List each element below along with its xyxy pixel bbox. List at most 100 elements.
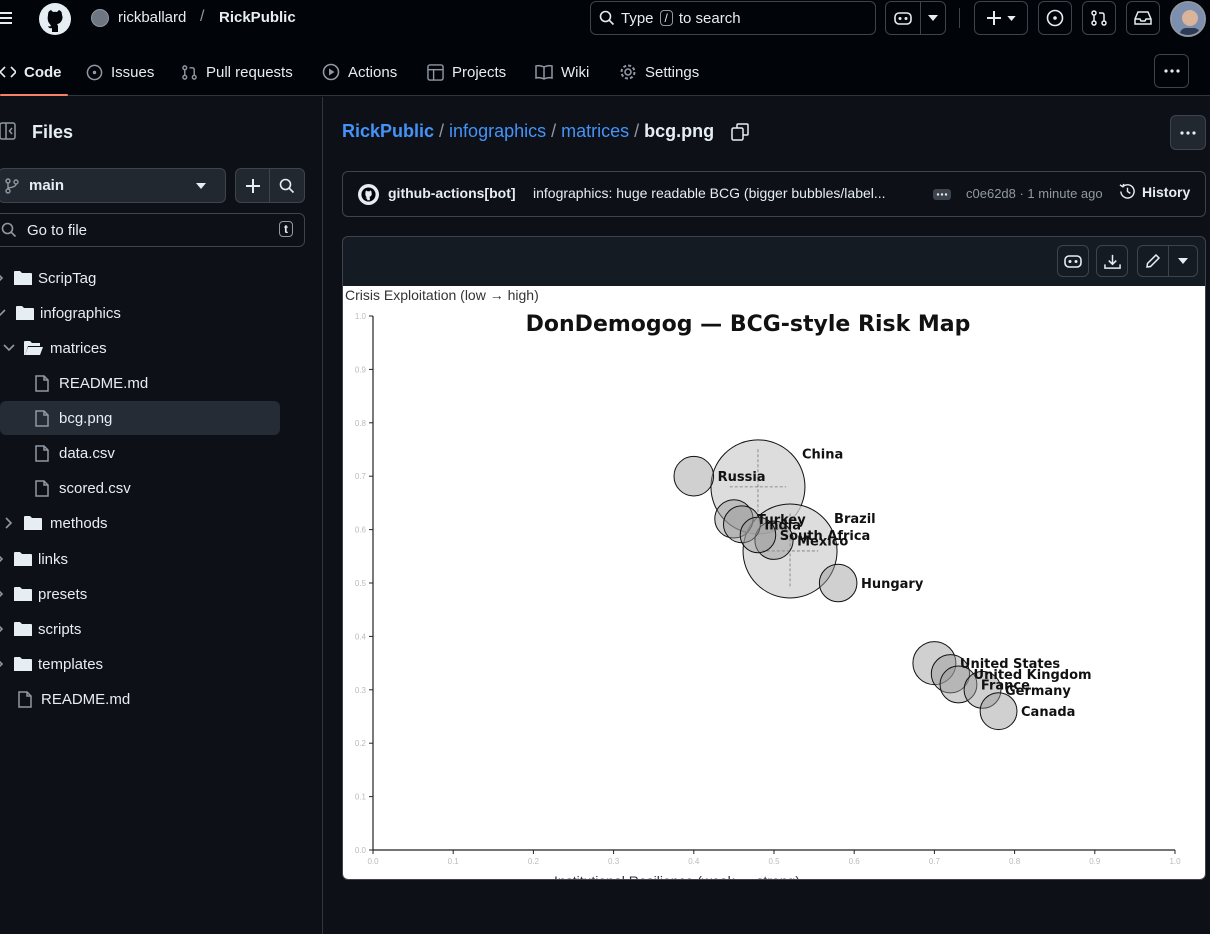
edit-button[interactable] (1137, 245, 1169, 277)
tree-item-label: data.csv (59, 444, 115, 462)
branch-selector[interactable]: main (0, 168, 226, 203)
copilot-button[interactable] (885, 1, 921, 35)
file-view: RickPublic / infographics / matrices / b… (324, 97, 1210, 934)
tab-issues[interactable]: Issues (86, 50, 154, 94)
history-label: History (1142, 183, 1191, 200)
search-files-button[interactable] (269, 168, 305, 203)
tree-item-data-csv[interactable]: data.csv (0, 436, 280, 470)
user-avatar[interactable] (1170, 1, 1206, 37)
owner-avatar (91, 9, 109, 27)
tree-item-label: bcg.png (59, 409, 113, 427)
breadcrumb-separator: / (551, 121, 557, 141)
plus-icon (245, 178, 260, 193)
ellipsis-icon (936, 193, 948, 196)
commit-expand-button[interactable] (933, 189, 951, 200)
github-logo-icon (361, 187, 376, 202)
chart-y-tick-label: 1.0 (355, 312, 367, 321)
search-placeholder-suffix: to search (678, 9, 741, 27)
tab-actions[interactable]: Actions (322, 50, 397, 94)
copilot-menu-button[interactable] (920, 1, 946, 35)
chart-point (673, 455, 715, 497)
breadcrumb: RickPublic / infographics / matrices / b… (342, 121, 749, 142)
commit-meta[interactable]: c0e62d8 · 1 minute ago (966, 186, 1103, 201)
tab-code[interactable]: Code (0, 50, 68, 96)
file-more-button[interactable] (1170, 115, 1206, 150)
copilot-ask-button[interactable] (1057, 245, 1089, 277)
tree-item-readme-md[interactable]: README.md (0, 366, 280, 400)
plus-icon (986, 11, 1001, 25)
git-branch-icon (5, 177, 19, 194)
tree-item-root-readme-md[interactable]: README.md (0, 682, 300, 716)
repo-more-button[interactable] (1154, 54, 1189, 88)
tree-item-infographics[interactable]: infographics (0, 296, 300, 330)
tab-wiki[interactable]: Wiki (535, 50, 589, 94)
collapse-sidebar-icon[interactable] (0, 122, 16, 140)
chart-x-tick-label: 0.4 (688, 857, 700, 866)
menu-icon[interactable] (0, 10, 14, 26)
file-icon (18, 690, 32, 708)
commit-message[interactable]: infographics: huge readable BCG (bigger … (533, 185, 925, 201)
chart-point-label: Russia (718, 470, 766, 485)
search-icon (1, 222, 17, 238)
tree-item-matrices[interactable]: matrices (0, 331, 300, 365)
tree-item-label: links (38, 550, 69, 568)
chevron-right-icon (5, 517, 13, 529)
tree-item-scored-csv[interactable]: scored.csv (0, 471, 280, 505)
tab-settings[interactable]: Settings (619, 50, 699, 94)
chart-x-tick-label: 0.1 (448, 857, 460, 866)
search-input[interactable]: Type / to search (590, 1, 876, 35)
tree-item-scriptag[interactable]: ScripTag (0, 261, 300, 295)
tab-pull-requests[interactable]: Pull requests (181, 50, 293, 94)
repo-link[interactable]: RickPublic (219, 9, 296, 26)
breadcrumb-repo-link[interactable]: RickPublic (342, 121, 434, 142)
search-icon (279, 178, 295, 193)
tab-label: Projects (452, 63, 507, 81)
add-file-button[interactable] (235, 168, 270, 203)
download-button[interactable] (1096, 245, 1128, 277)
history-button[interactable]: History (1119, 183, 1190, 200)
branch-name: main (29, 177, 65, 194)
tree-item-label: templates (38, 655, 104, 673)
chart-y-tick-label: 0.6 (355, 526, 367, 535)
tree-item-label: matrices (50, 339, 107, 357)
tree-item-methods[interactable]: methods (0, 506, 300, 540)
chart-x-tick-label: 0.9 (1089, 857, 1101, 866)
tree-item-label: presets (38, 585, 88, 603)
breadcrumb-infographics-link[interactable]: infographics (449, 121, 546, 142)
issues-button[interactable] (1038, 1, 1072, 35)
owner-link[interactable]: rickballard (118, 9, 186, 26)
bot-avatar (358, 184, 379, 205)
chart-y-tick-label: 0.9 (355, 365, 367, 374)
chart-x-axis-label: Institutional Resilience (weak → strong) (554, 873, 800, 880)
bcg-risk-map-chart: Crisis Exploitation (low → high) DonDemo… (345, 287, 1181, 880)
folder-icon (14, 271, 32, 285)
folder-icon (14, 622, 32, 636)
tree-item-label: README.md (59, 374, 149, 392)
tree-item-links[interactable]: links (0, 542, 300, 576)
tree-item-templates[interactable]: templates (0, 647, 300, 681)
tree-item-presets[interactable]: presets (0, 577, 300, 611)
image-viewer: Crisis Exploitation (low → high) DonDemo… (342, 236, 1206, 880)
create-new-button[interactable] (974, 1, 1028, 35)
github-logo-icon[interactable] (38, 2, 72, 36)
chart-point-label: China (802, 448, 843, 463)
chart-y-tick-label: 0.5 (355, 579, 367, 588)
copy-icon[interactable] (731, 122, 749, 141)
tree-item-bcg-png[interactable]: bcg.png (0, 401, 280, 435)
image-content: Crisis Exploitation (low → high) DonDemo… (343, 286, 1205, 880)
inbox-button[interactable] (1126, 1, 1160, 35)
tab-label: Wiki (561, 63, 590, 81)
issue-opened-icon (86, 64, 103, 80)
header-divider (959, 8, 960, 28)
chevron-down-icon (3, 344, 15, 352)
tab-projects[interactable]: Projects (427, 50, 506, 94)
tree-item-label: methods (50, 514, 108, 532)
tree-item-scripts[interactable]: scripts (0, 612, 300, 646)
breadcrumb-matrices-link[interactable]: matrices (561, 121, 629, 142)
commit-author[interactable]: github-actions[bot] (388, 185, 516, 201)
edit-menu-button[interactable] (1168, 245, 1198, 277)
go-to-file-input[interactable]: Go to file t (0, 213, 305, 247)
folder-icon (14, 552, 32, 566)
pull-requests-button[interactable] (1082, 1, 1116, 35)
folder-icon (14, 657, 32, 671)
